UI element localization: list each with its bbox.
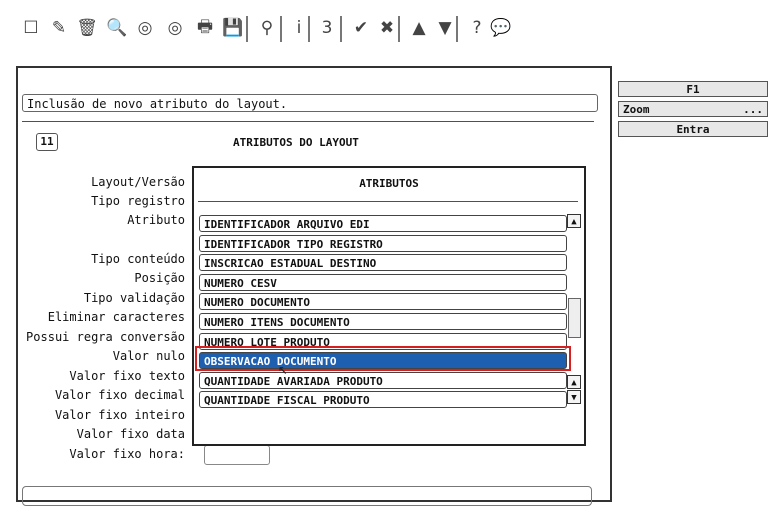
toolbar-separator — [456, 16, 458, 42]
bottom-status-field — [22, 486, 592, 506]
f1-label: F1 — [686, 83, 700, 96]
chat-icon[interactable]: 💬 — [488, 14, 514, 42]
field-label: Tipo conteúdo — [91, 252, 185, 266]
list-item[interactable]: INSCRICAO ESTADUAL DESTINO — [199, 254, 567, 272]
down-icon[interactable]: ▼ — [432, 14, 458, 42]
new-doc-icon[interactable]: ☐ — [18, 14, 44, 42]
f1-button[interactable]: F1 — [618, 81, 768, 97]
circle-icon[interactable]: ◎ — [132, 14, 158, 42]
print-icon[interactable]: 🖶 — [192, 14, 218, 42]
cancel-icon[interactable]: ✖ — [374, 14, 400, 42]
toolbar-separator — [398, 16, 400, 42]
zoom-label: Zoom — [623, 103, 650, 116]
check-icon[interactable]: ✔ — [348, 14, 374, 42]
scroll-up-icon[interactable]: ▲ — [567, 214, 581, 228]
field-label: Valor fixo data — [76, 427, 185, 441]
list-item[interactable]: IDENTIFICADOR TIPO REGISTRO — [199, 234, 567, 252]
search-icon[interactable]: 🔍 — [104, 14, 130, 42]
section-number: 11 — [36, 133, 58, 151]
circle-icon-2[interactable]: ◎ — [162, 14, 188, 42]
selection-highlight-frame — [195, 346, 571, 371]
list-item[interactable]: QUANTIDADE AVARIADA PRODUTO — [199, 371, 567, 389]
divider — [22, 121, 594, 122]
list-item[interactable]: QUANTIDADE FISCAL PRODUTO — [199, 391, 567, 409]
sort-icon[interactable]: 3 — [314, 14, 340, 42]
toolbar-separator — [340, 16, 342, 42]
dialog-title: ATRIBUTOS — [359, 177, 419, 190]
field-label: Atributo — [127, 213, 185, 227]
atributos-dialog: ATRIBUTOS IDENTIFICADOR ARQUIVO EDI IDENT… — [192, 166, 586, 446]
toolbar: ☐ ✎ 🗑 🔍 ◎ ◎ 🖶 💾 ⚲ i 3 ✔ ✖ ▲ ▼? 💬 — [18, 10, 608, 48]
field-label: Posição — [134, 271, 185, 285]
list-item[interactable]: IDENTIFICADOR ARQUIVO EDI — [199, 215, 567, 232]
toolbar-separator — [280, 16, 282, 42]
status-message: Inclusão de novo atributo do layout. — [22, 94, 598, 112]
save-icon[interactable]: 💾 — [220, 14, 246, 42]
field-label: Possui regra conversão — [26, 330, 185, 344]
scrollbar-thumb[interactable] — [568, 298, 581, 338]
list-item[interactable]: NUMERO ITENS DOCUMENTO — [199, 313, 567, 330]
up-icon[interactable]: ▲ — [406, 14, 432, 42]
field-label: Valor nulo — [112, 349, 185, 363]
zoom-dots: ... — [743, 103, 763, 116]
field-label: Layout/Versão — [91, 175, 185, 189]
zoom-button[interactable]: Zoom ... — [618, 101, 768, 117]
toolbar-separator — [246, 16, 248, 42]
trash-icon[interactable]: 🗑 — [74, 14, 100, 42]
binoculars-icon[interactable]: ⚲ — [254, 14, 280, 42]
field-label: Eliminar caracteres — [47, 310, 185, 324]
field-label: Valor fixo hora: — [69, 447, 185, 461]
list-item[interactable]: NUMERO CESV — [199, 273, 567, 291]
mouse-cursor-icon: ↖ — [278, 359, 288, 378]
scroll-up-icon-2[interactable]: ▲ — [567, 375, 581, 389]
dialog-divider — [198, 201, 578, 202]
entra-button[interactable]: Entra — [618, 121, 768, 137]
edit-icon[interactable]: ✎ — [46, 14, 72, 42]
list-item[interactable]: NUMERO DOCUMENTO — [199, 293, 567, 311]
entra-label: Entra — [676, 123, 710, 136]
field-label: Tipo validação — [83, 291, 185, 305]
toolbar-separator — [308, 16, 310, 42]
field-label: Tipo registro — [91, 194, 185, 208]
field-label: Valor fixo decimal — [54, 388, 185, 402]
valor-fixo-hora-input[interactable] — [204, 445, 270, 465]
field-label: Valor fixo inteiro — [54, 408, 185, 422]
scroll-down-icon[interactable]: ▼ — [567, 390, 581, 404]
field-label: Valor fixo texto — [69, 369, 185, 383]
section-title: ATRIBUTOS DO LAYOUT — [233, 136, 359, 149]
help-icon[interactable]: ? — [464, 14, 490, 42]
